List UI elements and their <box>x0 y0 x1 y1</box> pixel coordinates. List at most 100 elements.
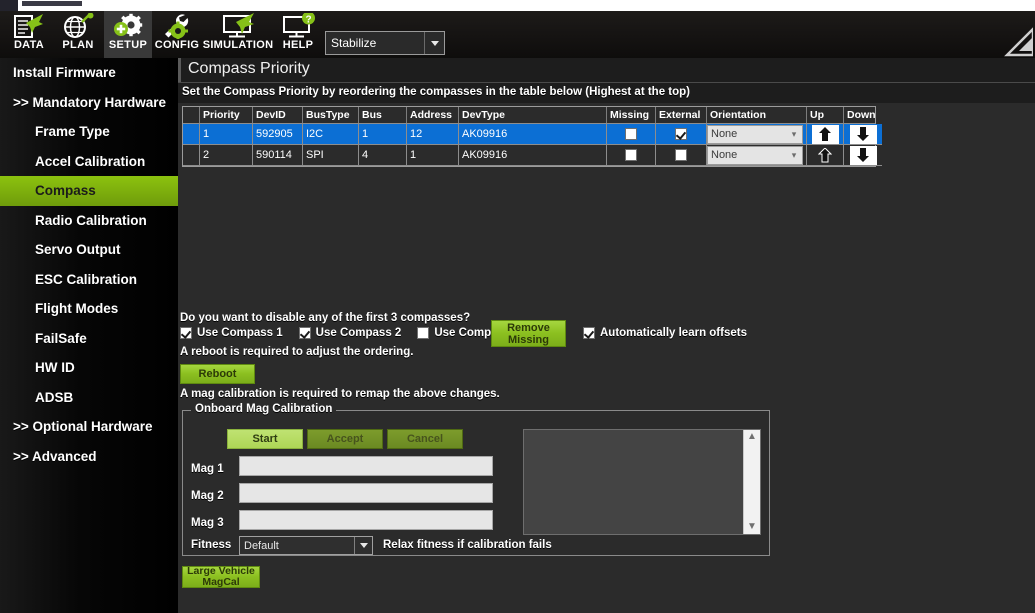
missing-checkbox[interactable] <box>625 128 637 140</box>
chevron-down-icon[interactable]: ▾ <box>786 129 802 140</box>
external-checkbox[interactable] <box>675 128 687 140</box>
column-header-orientation[interactable]: Orientation <box>707 107 807 123</box>
column-header-devtype[interactable]: DevType <box>459 107 607 123</box>
chevron-down-icon[interactable]: ▾ <box>786 150 802 161</box>
cell-missing[interactable] <box>607 145 656 166</box>
sidebar-item-servo-output[interactable]: Servo Output <box>0 235 178 265</box>
cell-external[interactable] <box>656 145 707 166</box>
sidebar-item-accel-calibration[interactable]: Accel Calibration <box>0 147 178 177</box>
sidebar-item-compass[interactable]: Compass <box>0 176 189 206</box>
auto-learn-checkbox[interactable] <box>583 327 595 339</box>
column-header-missing[interactable]: Missing <box>607 107 656 123</box>
move-down-button[interactable] <box>849 145 877 165</box>
column-header-address[interactable]: Address <box>407 107 459 123</box>
sidebar-item-install-firmware[interactable]: Install Firmware <box>0 58 178 88</box>
move-up-button[interactable] <box>811 145 839 165</box>
orientation-value: None <box>711 128 738 140</box>
use-compass-1-group[interactable]: Use Compass 1 <box>180 327 283 339</box>
cell-down[interactable] <box>844 124 882 145</box>
reboot-note-label: A reboot is required to adjust the order… <box>180 346 414 358</box>
column-header-up[interactable]: Up <box>807 107 844 123</box>
use-compass-2-group[interactable]: Use Compass 2 <box>298 327 402 339</box>
reboot-button[interactable]: Reboot <box>180 364 255 384</box>
accept-calibration-button[interactable]: Accept <box>307 429 383 449</box>
sidebar-item-mandatory-hardware[interactable]: >> Mandatory Hardware <box>0 88 178 118</box>
cell-external[interactable] <box>656 124 707 145</box>
flight-mode-select[interactable]: Stabilize <box>325 31 445 55</box>
table-row[interactable]: 1 592905 I2C 1 12 AK09916 None ▾ <box>183 124 882 145</box>
external-checkbox[interactable] <box>675 149 687 161</box>
toolbar-item-help[interactable]: ? HELP <box>274 11 322 58</box>
toolbar-item-data[interactable]: DATA <box>6 11 52 58</box>
chevron-down-icon[interactable]: ▼ <box>747 520 757 534</box>
arrow-up-icon <box>819 126 831 141</box>
toolbar-item-simulation[interactable]: SIMULATION <box>202 11 274 58</box>
column-header-bustype[interactable]: BusType <box>303 107 359 123</box>
use-compass-2-checkbox[interactable] <box>298 327 311 339</box>
sidebar-item-esc-calibration[interactable]: ESC Calibration <box>0 265 178 295</box>
reboot-button-label: Reboot <box>198 368 237 380</box>
page-title: Compass Priority <box>188 60 310 77</box>
table-row[interactable]: 2 590114 SPI 4 1 AK09916 None ▾ <box>183 145 882 166</box>
cell-orientation[interactable]: None ▾ <box>707 124 807 145</box>
accept-button-label: Accept <box>326 433 364 445</box>
group-title: Onboard Mag Calibration <box>191 403 337 415</box>
sidebar-item-optional-hardware[interactable]: >> Optional Hardware <box>0 412 178 442</box>
column-header-down[interactable]: Down <box>844 107 882 123</box>
chevron-down-icon[interactable] <box>354 537 372 554</box>
cancel-calibration-button[interactable]: Cancel <box>387 429 463 449</box>
start-calibration-button[interactable]: Start <box>227 429 303 449</box>
sidebar-item-advanced[interactable]: >> Advanced <box>0 442 178 472</box>
sidebar-item-failsafe[interactable]: FailSafe <box>0 324 178 354</box>
main-toolbar: DATA PLAN SETUP CONFIG SIMULATION ? HELP… <box>0 11 1035 58</box>
cell-down[interactable] <box>844 145 882 166</box>
arrow-up-icon <box>818 147 832 162</box>
sidebar-item-hw-id[interactable]: HW ID <box>0 353 178 383</box>
toolbar-item-setup[interactable]: SETUP <box>104 11 152 58</box>
toolbar-item-config[interactable]: CONFIG <box>152 11 202 58</box>
auto-learn-row[interactable]: Automatically learn offsets <box>583 327 763 339</box>
column-header-external[interactable]: External <box>656 107 707 123</box>
mag2-label: Mag 2 <box>191 490 224 502</box>
row-selector[interactable] <box>183 145 200 166</box>
large-vehicle-magcal-button[interactable]: Large Vehicle MagCal <box>182 566 260 588</box>
cell-missing[interactable] <box>607 124 656 145</box>
monitor-plane-icon <box>216 12 260 39</box>
move-up-button[interactable] <box>811 124 839 144</box>
cell-up[interactable] <box>807 124 844 145</box>
flight-mode-value: Stabilize <box>331 36 377 50</box>
cell-orientation[interactable]: None ▾ <box>707 145 807 166</box>
sidebar-item-radio-calibration[interactable]: Radio Calibration <box>0 206 178 236</box>
orientation-select[interactable]: None ▾ <box>707 124 803 144</box>
orientation-select[interactable]: None ▾ <box>707 145 803 165</box>
calibration-log-box[interactable]: ▲ ▼ <box>523 429 761 535</box>
cell-devid: 590114 <box>253 145 303 166</box>
remove-missing-button[interactable]: Remove Missing <box>491 320 566 347</box>
sidebar-item-adsb[interactable]: ADSB <box>0 383 178 413</box>
log-scrollbar[interactable]: ▲ ▼ <box>743 430 760 534</box>
sidebar-label: Flight Modes <box>35 301 119 317</box>
toolbar-item-plan[interactable]: PLAN <box>54 11 102 58</box>
sidebar-label: HW ID <box>35 360 75 376</box>
sidebar-item-flight-modes[interactable]: Flight Modes <box>0 294 178 324</box>
toolbar-label-plan: PLAN <box>62 39 94 51</box>
column-header-devid[interactable]: DevID <box>253 107 303 123</box>
auto-learn-group[interactable]: Automatically learn offsets <box>583 327 747 339</box>
move-down-button[interactable] <box>849 124 877 144</box>
calibration-log-text <box>524 430 760 434</box>
column-header-bus[interactable]: Bus <box>359 107 407 123</box>
use-compass-2-label: Use Compass 2 <box>315 327 402 339</box>
compass-priority-table: Priority DevID BusType Bus Address DevTy… <box>182 106 882 167</box>
chevron-up-icon[interactable]: ▲ <box>747 430 757 444</box>
column-header-priority[interactable]: Priority <box>200 107 253 123</box>
fitness-select[interactable]: Default <box>239 536 373 555</box>
use-compass-3-checkbox[interactable] <box>417 327 430 339</box>
sidebar-item-frame-type[interactable]: Frame Type <box>0 117 178 147</box>
missing-checkbox[interactable] <box>625 149 637 161</box>
cell-up[interactable] <box>807 145 844 166</box>
toolbar-label-help: HELP <box>282 39 314 51</box>
use-compass-1-label: Use Compass 1 <box>197 327 283 339</box>
chevron-down-icon[interactable] <box>424 32 444 54</box>
use-compass-1-checkbox[interactable] <box>180 327 192 339</box>
row-selector[interactable] <box>183 124 200 145</box>
